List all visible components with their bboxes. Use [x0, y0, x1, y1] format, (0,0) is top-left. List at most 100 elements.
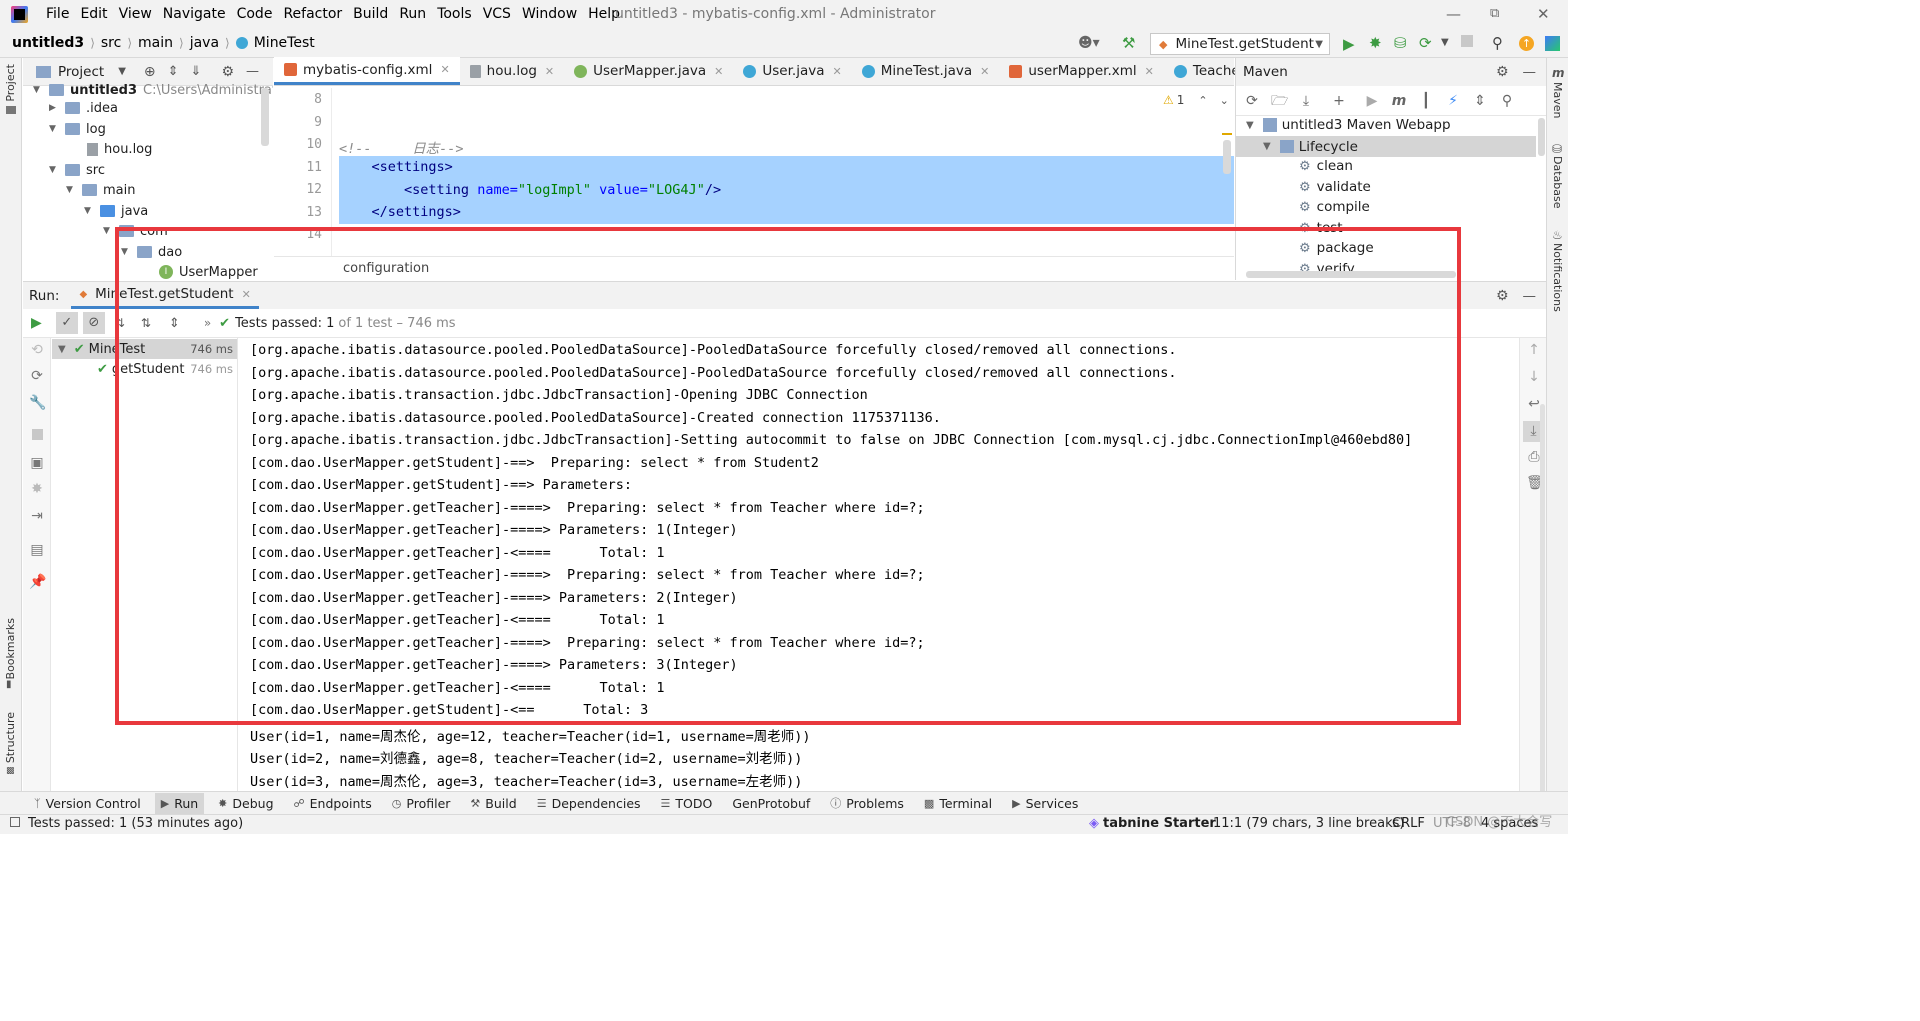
collapse-all-icon[interactable]: ⇓ — [191, 64, 202, 79]
structure-tool-button[interactable]: Structure — [4, 712, 17, 767]
collapse-icon[interactable]: ⇕ — [1472, 93, 1488, 109]
bookmarks-tool-button[interactable]: Bookmarks — [4, 618, 17, 683]
tree-row-root[interactable]: ▼ untitled3 C:\Users\Administrator\ — [33, 80, 273, 100]
show-passed-toggle[interactable]: ✓ — [55, 312, 78, 334]
scrollbar-thumb[interactable] — [1540, 404, 1545, 794]
reload-icon[interactable]: ⟳ — [1244, 93, 1260, 109]
add-folder-icon[interactable]: 🗁 — [1271, 93, 1288, 109]
layout-icon[interactable]: ▤ — [29, 542, 45, 558]
show-ignored-toggle[interactable]: ⊘ — [82, 312, 105, 334]
tool-build[interactable]: ⚒ Build — [470, 796, 516, 811]
tab-minetest-java[interactable]: MineTest.java ✕ — [852, 57, 1000, 85]
breadcrumb-configuration[interactable]: configuration — [343, 261, 429, 276]
tool-run[interactable]: ▶ Run — [154, 792, 205, 814]
user-icon[interactable]: ☻▾ — [1078, 35, 1100, 51]
tab-usermapper-xml[interactable]: userMapper.xml ✕ — [999, 57, 1164, 85]
rerun-failed-icon[interactable]: ⟲ — [29, 342, 45, 358]
scrollbar-thumb[interactable] — [261, 88, 269, 146]
hide-panel-icon[interactable]: — — [1523, 288, 1537, 304]
close-icon[interactable]: ✕ — [545, 65, 554, 78]
maven-phase-package[interactable]: ⚙ package — [1299, 240, 1374, 256]
menu-window[interactable]: Window — [522, 6, 577, 22]
test-tree-row-minetest[interactable]: ▼ ✔ MineTest 746 ms — [52, 339, 237, 359]
tool-problems[interactable]: ⓘ Problems — [830, 795, 904, 811]
chevron-down-icon[interactable]: ⌄ — [1220, 94, 1229, 107]
tool-terminal[interactable]: ▩ Terminal — [924, 796, 992, 811]
menu-code[interactable]: Code — [237, 6, 273, 22]
project-tool-button[interactable]: Project — [4, 64, 17, 102]
tree-row-src[interactable]: ▼ src — [49, 160, 105, 180]
rerun-icon[interactable]: ▶ — [31, 315, 42, 331]
console-output[interactable]: [org.apache.ibatis.datasource.pooled.Poo… — [239, 338, 1519, 792]
update-icon[interactable]: ↑ — [1519, 36, 1534, 51]
tree-row-usermapper[interactable]: I UserMapper — [159, 262, 258, 280]
close-icon[interactable]: ✕ — [714, 65, 723, 78]
debug-icon[interactable]: ✸ — [29, 481, 45, 497]
coverage-icon[interactable]: ⛁ — [1394, 34, 1407, 52]
tool-dependencies[interactable]: ☰ Dependencies — [537, 796, 641, 811]
code-line-13[interactable]: </settings> — [339, 204, 461, 220]
tree-row-hou-log[interactable]: hou.log — [87, 139, 152, 159]
analyze-icon[interactable]: ⚲ — [1499, 93, 1515, 109]
tab-mybatis-config[interactable]: mybatis-config.xml ✕ — [274, 57, 460, 85]
wrench-icon[interactable]: 🔧 — [29, 395, 46, 411]
add-icon[interactable]: + — [1331, 93, 1347, 109]
restore-icon[interactable]: ⧉ — [1490, 6, 1499, 21]
debug-icon[interactable]: ✸ — [1369, 34, 1382, 52]
menu-view[interactable]: View — [119, 6, 152, 22]
maven-phase-compile[interactable]: ⚙ compile — [1299, 199, 1370, 215]
close-icon[interactable]: ✕ — [242, 288, 251, 301]
breadcrumb-minetest[interactable]: MineTest — [254, 35, 315, 51]
tool-services[interactable]: ▶ Services — [1012, 796, 1078, 811]
hide-panel-icon[interactable]: — — [1523, 64, 1537, 80]
maven-tool-button[interactable]: Maven — [1551, 82, 1564, 122]
maven-project-row[interactable]: ▼ untitled3 Maven Webapp — [1246, 117, 1451, 133]
tool-window-toggle-icon[interactable] — [10, 817, 20, 827]
close-icon[interactable]: ✕ — [1145, 65, 1154, 78]
hide-panel-icon[interactable]: — — [246, 64, 259, 79]
sort-alpha-icon[interactable]: ⇅ — [115, 316, 125, 330]
scrollbar-thumb[interactable] — [1538, 118, 1545, 156]
database-tool-button[interactable]: Database — [1551, 156, 1564, 213]
maven-phase-test[interactable]: ⚙ test — [1299, 220, 1343, 236]
menu-vcs[interactable]: VCS — [483, 6, 511, 22]
maven-goal-icon[interactable]: m — [1391, 93, 1407, 109]
breadcrumb-java[interactable]: java — [190, 35, 219, 51]
tool-version-control[interactable]: ᛉ Version Control — [34, 796, 141, 811]
run-config-selector[interactable]: ◆ MineTest.getStudent ▼ — [1150, 33, 1330, 55]
gear-icon[interactable]: ⚙ — [221, 64, 234, 80]
tool-genprotobuf[interactable]: GenProtobuf — [732, 796, 810, 811]
horizontal-scrollbar-thumb[interactable] — [1246, 271, 1456, 278]
pin-icon[interactable]: 📌 — [29, 574, 46, 590]
breadcrumb-src[interactable]: src — [101, 35, 121, 51]
tab-hou-log[interactable]: hou.log ✕ — [460, 57, 564, 85]
run-maven-icon[interactable]: ▶ — [1364, 93, 1380, 109]
scrollbar-thumb[interactable] — [1223, 140, 1231, 174]
tab-usermapper-java[interactable]: UserMapper.java ✕ — [564, 57, 733, 85]
menu-file[interactable]: File — [46, 6, 69, 22]
camera-icon[interactable]: ▣ — [29, 455, 45, 471]
sort-duration-icon[interactable]: ⇅ — [141, 316, 151, 330]
status-message[interactable]: Tests passed: 1 (53 minutes ago) — [28, 816, 243, 831]
expand-all-icon[interactable]: ⇕ — [168, 64, 179, 79]
skip-tests-icon[interactable]: ⚡ — [1445, 93, 1461, 109]
tree-row-dao[interactable]: ▼ dao — [121, 242, 182, 262]
search-icon[interactable]: ⚲ — [1492, 34, 1503, 52]
menu-refactor[interactable]: Refactor — [283, 6, 342, 22]
caret-position[interactable]: 11:1 (79 chars, 3 line breaks) — [1213, 816, 1404, 831]
close-icon[interactable]: ✕ — [980, 65, 989, 78]
breadcrumb-project[interactable]: untitled3 — [12, 35, 84, 51]
gear-icon[interactable]: ⚙ — [1496, 64, 1509, 80]
toggle-auto-test-icon[interactable]: ⟳ — [29, 368, 45, 384]
export-icon[interactable]: ⇥ — [29, 508, 45, 524]
maven-lifecycle-row[interactable]: ▼ Lifecycle — [1236, 136, 1536, 157]
close-window-icon[interactable]: ✕ — [1537, 5, 1550, 23]
arrow-down-icon[interactable]: ↓ — [1526, 369, 1542, 385]
chevron-down-icon[interactable]: ▼ — [118, 66, 126, 77]
close-icon[interactable]: ✕ — [440, 63, 449, 76]
tree-row-idea[interactable]: ▶ .idea — [49, 98, 118, 118]
test-tree-row-getstudent[interactable]: ✔ getStudent 746 ms — [52, 359, 237, 379]
inspection-widget[interactable]: ⚠ 1 ⌃ ⌄ — [1163, 93, 1229, 107]
code-line-12[interactable]: <setting name="logImpl" value="LOG4J"/> — [339, 182, 721, 198]
tab-user-java[interactable]: User.java ✕ — [733, 57, 851, 85]
